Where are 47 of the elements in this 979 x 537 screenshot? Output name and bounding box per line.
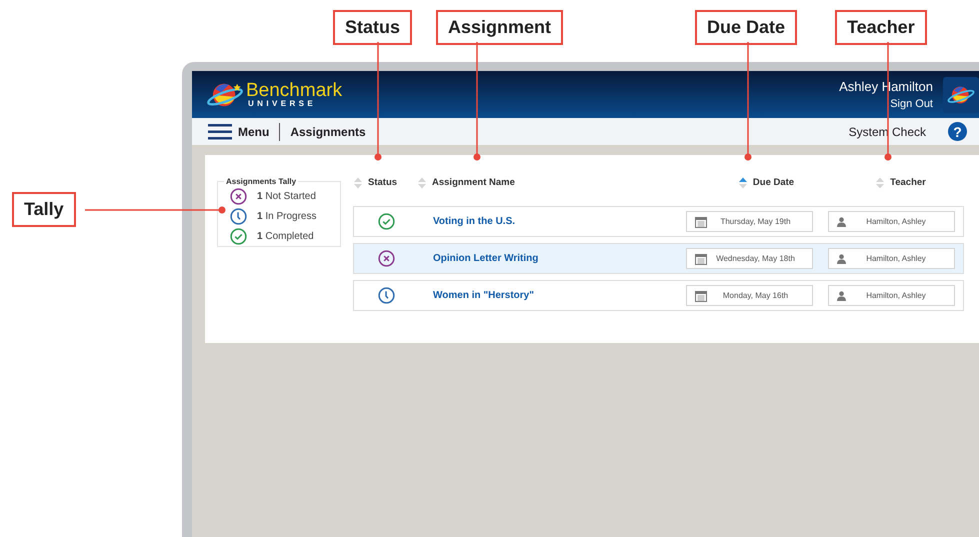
tally-count: 1 Completed (257, 230, 314, 242)
brand-subtitle: UNIVERSE (248, 100, 318, 108)
due-date-field: Monday, May 16th (686, 285, 813, 306)
column-header[interactable]: Due Date (695, 176, 837, 190)
person-icon (837, 290, 846, 300)
planet-icon (947, 84, 975, 106)
teacher-field: Hamilton, Ashley (828, 285, 955, 306)
cross-circle-icon (230, 188, 247, 204)
check-circle-icon (230, 228, 247, 244)
help-button[interactable]: ? (948, 122, 967, 141)
assignment-row[interactable]: Voting in the U.S. Thursday, May 19th Hamilton, Ashley (353, 206, 964, 237)
calendar-icon (695, 216, 707, 228)
check-circle-icon (378, 213, 394, 230)
system-check-link[interactable]: System Check (848, 124, 926, 138)
menu-icon[interactable] (208, 124, 232, 140)
callout-label: Status (333, 10, 412, 45)
person-icon (837, 216, 846, 226)
callout-label: Tally (12, 192, 76, 227)
assignment-link[interactable]: Women in "Herstory" (433, 290, 671, 301)
column-header[interactable]: Teacher (837, 176, 964, 190)
avatar-tile[interactable] (943, 76, 979, 112)
sign-out-link[interactable]: Sign Out (890, 98, 933, 110)
person-icon (837, 254, 846, 264)
cross-circle-icon (378, 250, 394, 267)
tally-count: 1 Not Started (257, 190, 316, 202)
column-header[interactable]: Status (353, 176, 417, 190)
teacher-field: Hamilton, Ashley (828, 211, 955, 232)
clock-icon (378, 287, 394, 304)
page-title: Assignments (290, 124, 366, 138)
calendar-icon (695, 252, 707, 264)
tally-count: 1 In Progress (257, 210, 316, 222)
assignment-row[interactable]: Women in "Herstory" Monday, May 16th Hamilton, Ashley (353, 280, 964, 311)
due-date-field: Thursday, May 19th (686, 211, 813, 232)
callout-label: Due Date (695, 10, 798, 45)
brand-name: Benchmark (246, 81, 342, 100)
teacher-field: Hamilton, Ashley (828, 248, 955, 269)
tally-title: Assignments Tally (225, 177, 298, 186)
column-header[interactable]: Assignment Name (417, 176, 695, 190)
callout-label: Teacher (835, 10, 927, 45)
menu-link[interactable]: Menu (238, 124, 270, 138)
callout-label: Assignment (436, 10, 564, 45)
assignment-link[interactable]: Opinion Letter Writing (433, 253, 671, 264)
assignment-link[interactable]: Voting in the U.S. (433, 216, 671, 227)
clock-icon (230, 208, 247, 224)
calendar-icon (695, 290, 707, 302)
assignment-row[interactable]: Opinion Letter Writing Wednesday, May 18th Hamilton, Ashley (353, 243, 964, 274)
due-date-field: Wednesday, May 18th (686, 248, 813, 269)
